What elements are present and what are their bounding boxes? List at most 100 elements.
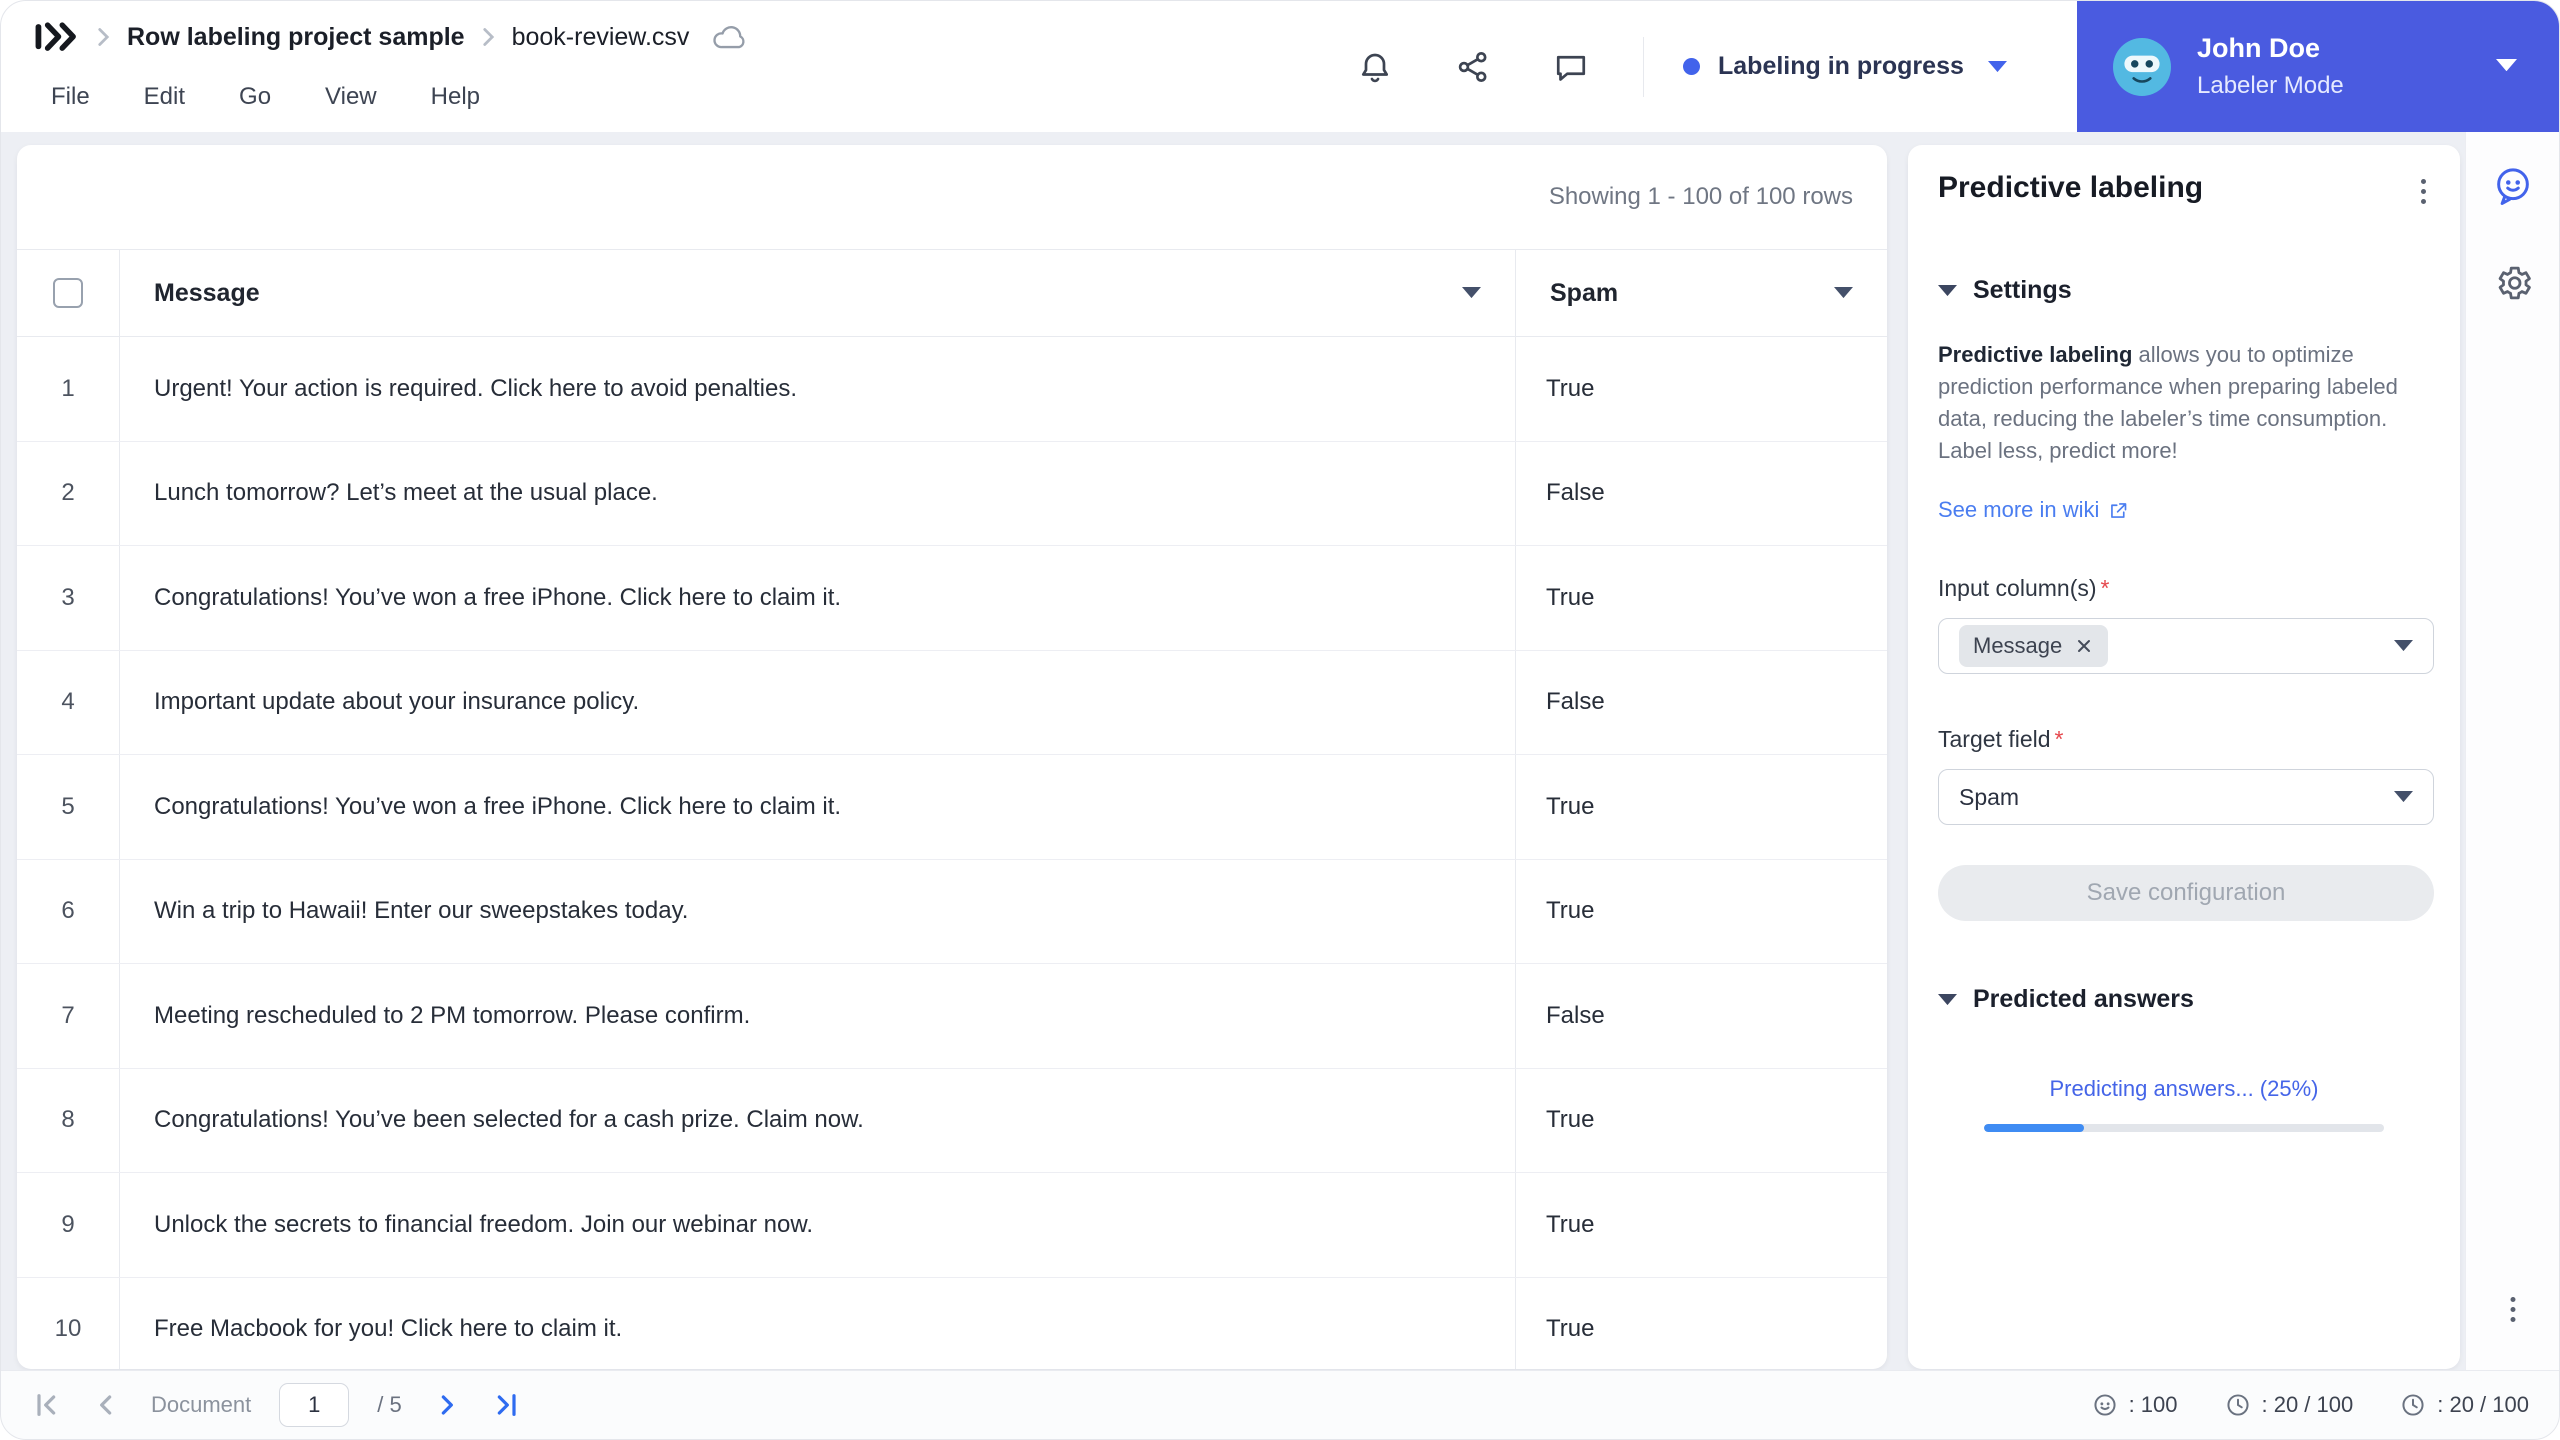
clock-icon	[2402, 1394, 2424, 1416]
input-columns-select[interactable]: Message	[1938, 618, 2434, 674]
required-asterisk: *	[2100, 575, 2110, 601]
previous-page-icon[interactable]	[91, 1389, 123, 1421]
notifications-bell-icon[interactable]	[1357, 49, 1393, 85]
header: Row labeling project sample book-review.…	[1, 1, 2559, 132]
status-dot-icon	[1683, 58, 1700, 75]
page-number-input[interactable]	[279, 1383, 350, 1427]
chevron-down-icon[interactable]	[1834, 287, 1853, 299]
comment-icon[interactable]	[1553, 49, 1589, 85]
spam-cell: True	[1546, 583, 1595, 611]
table-row[interactable]: 3 Congratulations! You’ve won a free iPh…	[17, 546, 1887, 651]
user-name: John Doe	[2197, 33, 2321, 63]
breadcrumb-project[interactable]: Row labeling project sample	[127, 23, 465, 52]
menu-item-edit[interactable]: Edit	[144, 83, 185, 111]
avatar	[2113, 37, 2171, 96]
robot-face-icon	[2094, 1394, 2116, 1416]
settings-section-label: Settings	[1973, 276, 2072, 304]
settings-gear-icon[interactable]	[2492, 262, 2534, 304]
save-configuration-button[interactable]: Save configuration	[1938, 865, 2434, 921]
predicted-answers-section-toggle[interactable]: Predicted answers	[1938, 985, 2430, 1014]
header-divider	[1643, 37, 1644, 97]
table-row[interactable]: 2 Lunch tomorrow? Let’s meet at the usua…	[17, 441, 1887, 546]
project-status-dropdown[interactable]: Labeling in progress	[1683, 1, 2007, 132]
remove-chip-icon[interactable]	[2074, 636, 2094, 656]
column-header-spam[interactable]: Spam	[1516, 250, 1887, 336]
status-label: Labeling in progress	[1718, 52, 1964, 80]
target-field-value: Spam	[1959, 783, 2020, 810]
counter-value: : 20 / 100	[2437, 1392, 2529, 1417]
row-count-status: Showing 1 - 100 of 100 rows	[1548, 183, 1853, 210]
table-body: 1 Urgent! Your action is required. Click…	[17, 337, 1887, 1369]
chip-label: Message	[1973, 633, 2063, 658]
menu-item-view[interactable]: View	[325, 83, 377, 111]
table-row[interactable]: 5 Congratulations! You’ve won a free iPh…	[17, 755, 1887, 860]
breadcrumb-separator-icon	[96, 27, 111, 47]
spam-cell: True	[1546, 1315, 1595, 1343]
chevron-down-icon	[2394, 791, 2413, 803]
share-icon[interactable]	[1455, 49, 1491, 85]
chevron-down-icon	[2394, 640, 2413, 652]
table-row[interactable]: 10 Free Macbook for you! Click here to c…	[17, 1277, 1887, 1369]
spam-cell: False	[1546, 1001, 1605, 1029]
input-columns-label: Input column(s) *	[1938, 575, 2110, 601]
counter-value: : 100	[2128, 1392, 2178, 1417]
history-clock-icon	[2226, 1394, 2249, 1416]
user-mode: Labeler Mode	[2197, 72, 2344, 99]
footer-bar: Document / 5 : 100	[1, 1370, 2559, 1439]
user-info: John Doe Labeler Mode	[2197, 33, 2344, 100]
counter-value: : 20 / 100	[2261, 1392, 2354, 1417]
row-number: 9	[17, 1173, 120, 1277]
select-all-checkbox[interactable]	[53, 278, 83, 308]
target-field-select[interactable]: Spam	[1938, 769, 2434, 825]
first-page-icon[interactable]	[31, 1389, 63, 1421]
table-row[interactable]: 7 Meeting rescheduled to 2 PM tomorrow. …	[17, 964, 1887, 1069]
next-page-icon[interactable]	[430, 1389, 462, 1421]
header-actions	[1357, 1, 1589, 132]
message-cell: Important update about your insurance po…	[120, 650, 1516, 754]
table-row[interactable]: 4 Important update about your insurance …	[17, 650, 1887, 755]
column-header-message[interactable]: Message	[120, 250, 1516, 336]
table-row[interactable]: 9 Unlock the secrets to financial freedo…	[17, 1173, 1887, 1278]
row-number: 10	[17, 1277, 120, 1369]
table-toolbar: Showing 1 - 100 of 100 rows	[17, 145, 1887, 249]
column-label: Message	[154, 278, 260, 307]
column-label: Spam	[1550, 278, 1619, 307]
menu-item-help[interactable]: Help	[431, 83, 480, 111]
table-row[interactable]: 8 Congratulations! You’ve been selected …	[17, 1068, 1887, 1173]
row-number: 7	[17, 964, 120, 1068]
selected-column-chip: Message	[1959, 625, 2109, 667]
last-page-icon[interactable]	[490, 1389, 522, 1421]
spam-cell: True	[1546, 897, 1595, 925]
table-row[interactable]: 6 Win a trip to Hawaii! Enter our sweeps…	[17, 859, 1887, 964]
message-cell: Win a trip to Hawaii! Enter our sweepsta…	[120, 859, 1516, 963]
row-number: 2	[17, 441, 120, 545]
message-cell: Congratulations! You’ve won a free iPhon…	[120, 755, 1516, 859]
description-bold: Predictive labeling	[1938, 342, 2133, 367]
predictive-labeling-panel: Predictive labeling Settings Predictive …	[1908, 145, 2460, 1369]
wiki-link-label: See more in wiki	[1938, 497, 2100, 522]
message-cell: Urgent! Your action is required. Click h…	[120, 337, 1516, 441]
message-cell: Congratulations! You’ve won a free iPhon…	[120, 546, 1516, 650]
rail-kebab-menu-icon[interactable]	[2504, 1289, 2521, 1330]
app-window: Row labeling project sample book-review.…	[0, 0, 2560, 1440]
message-cell: Congratulations! You’ve been selected fo…	[120, 1068, 1516, 1172]
predictive-labeling-tab-icon[interactable]	[2492, 165, 2534, 207]
menu-item-go[interactable]: Go	[239, 83, 271, 111]
table-row[interactable]: 1 Urgent! Your action is required. Click…	[17, 337, 1887, 442]
chevron-down-icon	[1938, 284, 1957, 297]
wiki-link[interactable]: See more in wiki	[1938, 497, 2430, 523]
spam-cell: True	[1546, 1210, 1595, 1238]
chevron-down-icon	[1938, 993, 1957, 1006]
row-number: 5	[17, 755, 120, 859]
breadcrumb-file[interactable]: book-review.csv	[512, 23, 690, 52]
chevron-down-icon[interactable]	[1462, 287, 1481, 299]
document-label: Document	[151, 1392, 252, 1417]
app-logo-icon[interactable]	[34, 22, 80, 52]
menu-item-file[interactable]: File	[51, 83, 90, 111]
time-counter: : 20 / 100	[2399, 1391, 2529, 1419]
settings-section-toggle[interactable]: Settings	[1938, 276, 2430, 305]
kebab-menu-icon[interactable]	[2415, 171, 2432, 212]
row-number: 6	[17, 859, 120, 963]
message-cell: Unlock the secrets to financial freedom.…	[120, 1173, 1516, 1277]
user-menu[interactable]: John Doe Labeler Mode	[2077, 1, 2559, 132]
